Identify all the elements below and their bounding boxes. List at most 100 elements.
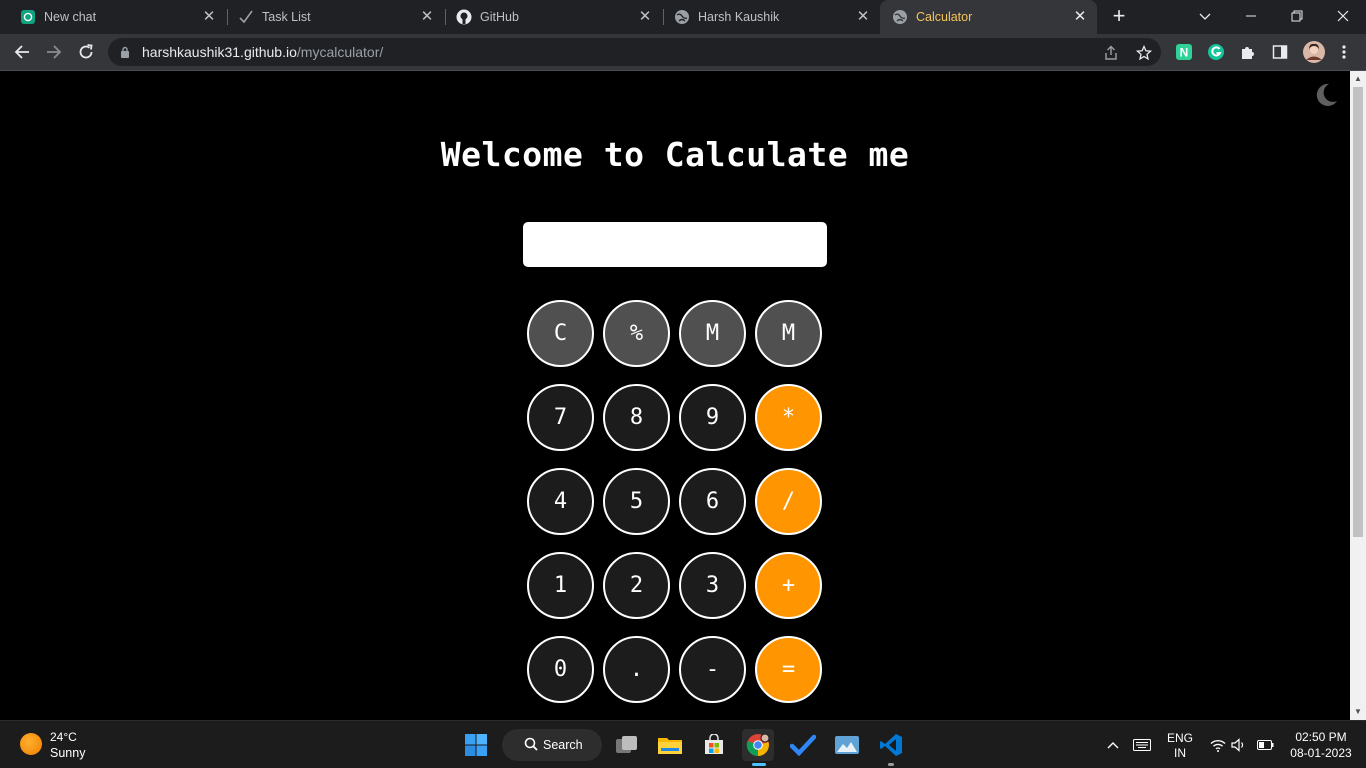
close-icon[interactable]: ✕ xyxy=(418,8,436,26)
url-text[interactable]: harshkaushik31.github.io/mycalculator/ xyxy=(142,44,383,60)
checkmark-icon xyxy=(239,10,253,24)
percent-button[interactable]: % xyxy=(603,300,670,367)
minimize-button[interactable] xyxy=(1228,0,1274,34)
add-button[interactable]: + xyxy=(755,552,822,619)
sun-weather-icon[interactable] xyxy=(20,733,42,755)
tab-label: Calculator xyxy=(916,10,973,24)
chrome-icon[interactable] xyxy=(742,729,774,761)
extensions-puzzle-icon[interactable] xyxy=(1239,43,1257,61)
close-icon[interactable]: ✕ xyxy=(200,8,218,26)
search-icon xyxy=(524,737,538,751)
clock-time[interactable]: 02:50 PM xyxy=(1286,730,1356,744)
digit-7-button[interactable]: 7 xyxy=(527,384,594,451)
equals-button[interactable]: = xyxy=(755,636,822,703)
notion-extension-icon[interactable]: N xyxy=(1175,43,1193,61)
tab-label: Harsh Kaushik xyxy=(698,10,780,24)
page-scrollbar[interactable]: ▲ ▼ xyxy=(1350,71,1366,720)
close-window-button[interactable] xyxy=(1320,0,1366,34)
battery-icon[interactable] xyxy=(1254,729,1276,761)
clear-button[interactable]: C xyxy=(527,300,594,367)
url-path: /mycalculator/ xyxy=(296,44,384,60)
tab-github[interactable]: GitHub ✕ xyxy=(444,0,662,34)
file-explorer-icon[interactable] xyxy=(654,729,686,761)
todo-checkmark-icon[interactable] xyxy=(787,729,819,761)
keyboard-icon[interactable] xyxy=(1130,729,1154,761)
digit-3-button[interactable]: 3 xyxy=(679,552,746,619)
close-icon[interactable]: ✕ xyxy=(854,8,872,26)
new-tab-button[interactable]: + xyxy=(1108,5,1130,28)
weather-condition[interactable]: Sunny xyxy=(50,746,85,760)
forward-button[interactable] xyxy=(41,39,67,65)
input-region[interactable]: IN xyxy=(1160,746,1200,760)
tab-calculator[interactable]: Calculator ✕ xyxy=(880,0,1097,34)
browser-toolbar: harshkaushik31.github.io/mycalculator/ N xyxy=(0,34,1366,71)
windows-start-icon[interactable] xyxy=(460,729,492,761)
chrome-menu-icon[interactable] xyxy=(1335,43,1353,61)
digit-1-button[interactable]: 1 xyxy=(527,552,594,619)
globe-icon xyxy=(675,10,689,24)
memory-button[interactable]: M xyxy=(755,300,822,367)
scrollbar-thumb[interactable] xyxy=(1353,87,1363,537)
weather-temperature[interactable]: 24°C xyxy=(50,730,77,744)
multiply-button[interactable]: * xyxy=(755,384,822,451)
address-bar[interactable]: harshkaushik31.github.io/mycalculator/ xyxy=(108,38,1161,66)
divide-button[interactable]: / xyxy=(755,468,822,535)
bookmark-star-icon[interactable] xyxy=(1135,44,1153,62)
dark-mode-moon-icon[interactable] xyxy=(1309,80,1339,110)
lock-icon[interactable] xyxy=(120,46,130,58)
scroll-up-arrow-icon[interactable]: ▲ xyxy=(1350,71,1366,87)
github-icon xyxy=(456,9,472,25)
close-icon[interactable]: ✕ xyxy=(636,8,654,26)
digit-5-button[interactable]: 5 xyxy=(603,468,670,535)
decimal-button[interactable]: . xyxy=(603,636,670,703)
reload-button[interactable] xyxy=(73,39,99,65)
page-viewport: Welcome to Calculate me C % M M 7 8 9 * … xyxy=(0,71,1350,720)
chrome-running-indicator xyxy=(752,763,766,766)
page-title: Welcome to Calculate me xyxy=(440,135,910,174)
reload-icon xyxy=(79,44,93,59)
wifi-icon[interactable] xyxy=(1206,729,1230,761)
tab-search-chevron-icon[interactable] xyxy=(1182,0,1228,34)
close-icon[interactable]: ✕ xyxy=(1071,8,1089,26)
microsoft-store-icon[interactable] xyxy=(698,729,730,761)
url-host: harshkaushik31.github.io xyxy=(142,44,297,60)
volume-icon[interactable] xyxy=(1228,729,1250,761)
side-panel-icon[interactable] xyxy=(1271,43,1289,61)
arrow-left-icon xyxy=(14,45,29,59)
restore-button[interactable] xyxy=(1274,0,1320,34)
subtract-button[interactable]: - xyxy=(679,636,746,703)
tab-label: GitHub xyxy=(480,10,519,24)
grammarly-extension-icon[interactable] xyxy=(1207,43,1225,61)
scroll-down-arrow-icon[interactable]: ▼ xyxy=(1350,704,1366,720)
tab-new-chat[interactable]: New chat ✕ xyxy=(8,0,226,34)
vscode-running-indicator xyxy=(888,763,894,766)
vscode-icon[interactable] xyxy=(875,729,907,761)
digit-0-button[interactable]: 0 xyxy=(527,636,594,703)
input-language[interactable]: ENG xyxy=(1160,731,1200,745)
share-icon[interactable] xyxy=(1102,44,1120,62)
tab-strip: New chat ✕ Task List ✕ GitHub ✕ Harsh Ka… xyxy=(0,0,1366,34)
clock-date[interactable]: 08-01-2023 xyxy=(1286,746,1356,760)
chatgpt-icon xyxy=(21,10,35,24)
taskbar-search[interactable]: Search xyxy=(502,729,602,761)
profile-avatar[interactable] xyxy=(1303,41,1325,63)
memory-button[interactable]: M xyxy=(679,300,746,367)
windows-taskbar: 24°C Sunny Search ENG IN 02:50 PM 08-01-… xyxy=(0,720,1366,768)
globe-icon xyxy=(893,10,907,24)
task-view-icon[interactable] xyxy=(611,729,643,761)
digit-9-button[interactable]: 9 xyxy=(679,384,746,451)
photos-icon[interactable] xyxy=(831,729,863,761)
digit-2-button[interactable]: 2 xyxy=(603,552,670,619)
back-button[interactable] xyxy=(9,39,35,65)
tab-label: Task List xyxy=(262,10,311,24)
tab-task-list[interactable]: Task List ✕ xyxy=(226,0,444,34)
calculator-display[interactable] xyxy=(523,222,827,267)
tab-harsh-kaushik[interactable]: Harsh Kaushik ✕ xyxy=(662,0,880,34)
search-label: Search xyxy=(543,738,583,752)
svg-text:N: N xyxy=(1180,46,1189,60)
arrow-right-icon xyxy=(47,45,62,59)
digit-6-button[interactable]: 6 xyxy=(679,468,746,535)
digit-8-button[interactable]: 8 xyxy=(603,384,670,451)
digit-4-button[interactable]: 4 xyxy=(527,468,594,535)
show-hidden-icons-chevron-icon[interactable] xyxy=(1103,729,1123,761)
